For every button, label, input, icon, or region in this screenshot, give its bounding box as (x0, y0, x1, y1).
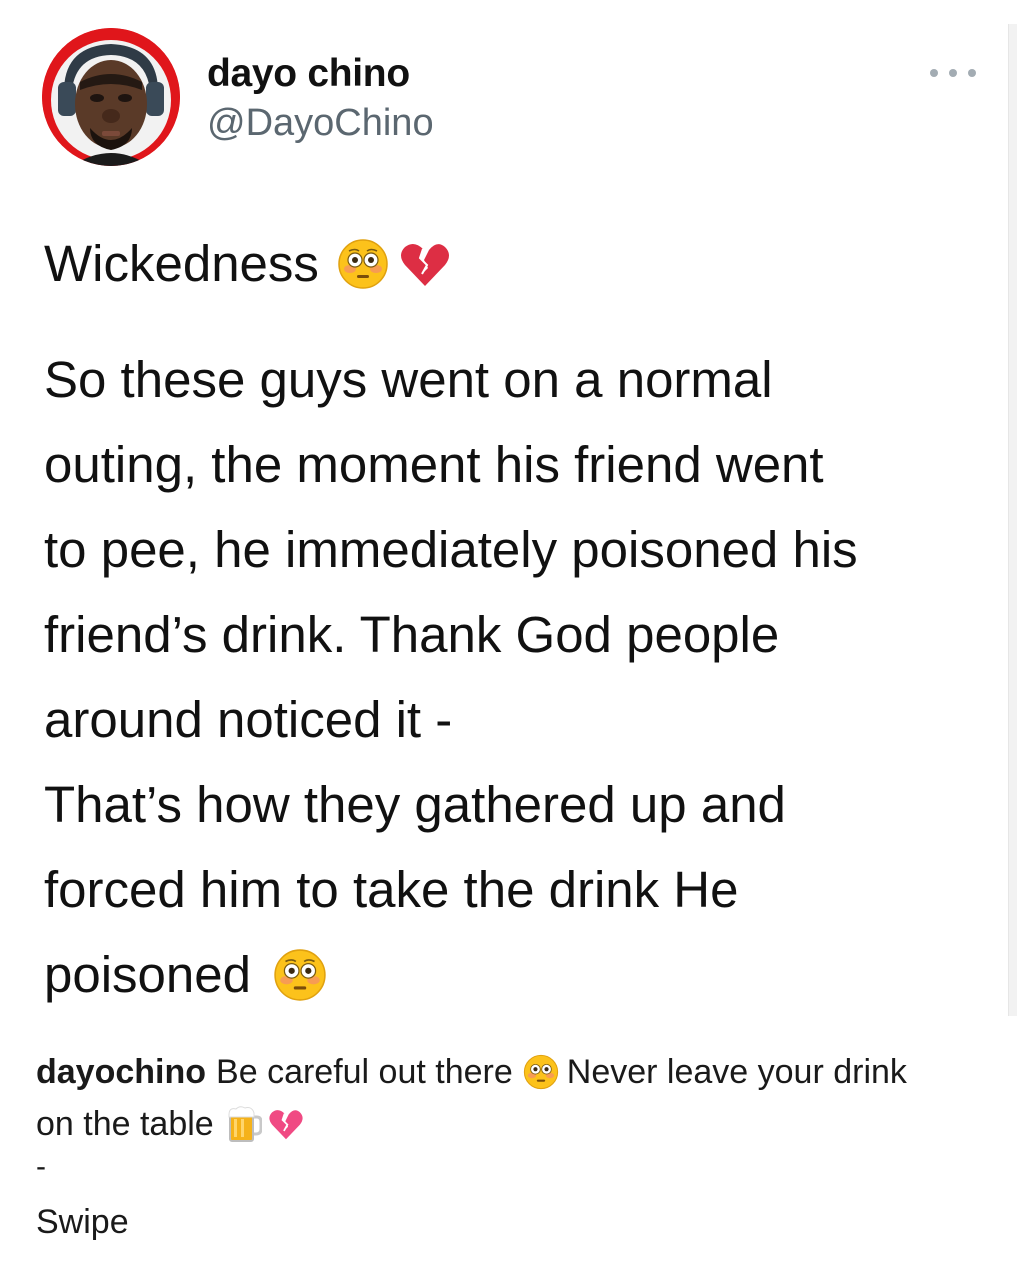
tweet-body-last-line: poisoned (44, 932, 984, 1017)
tweet-body-line-text: poisoned (44, 946, 252, 1003)
more-dot-icon (949, 69, 957, 77)
tweet-body: So these guys went on a normal outing, t… (44, 337, 984, 1017)
author-name[interactable]: dayo chino (207, 52, 410, 96)
scrollbar[interactable] (1008, 24, 1017, 1016)
tweet-body-line: So these guys went on a normal (44, 351, 773, 408)
flushed-face-icon (523, 1054, 559, 1090)
post-caption: dayochino Be careful out there Never lea… (36, 1046, 1006, 1150)
caption-text: Be careful out there (216, 1053, 513, 1091)
tweet-body-line: around noticed it - (44, 691, 453, 748)
caption-username[interactable]: dayochino (36, 1046, 206, 1098)
caption-line: on the table (36, 1098, 1006, 1150)
beer-mug-icon (226, 1105, 262, 1143)
avatar[interactable] (42, 28, 180, 166)
tweet-body-line: outing, the moment his friend went (44, 436, 824, 493)
caption-separator: - (36, 1150, 46, 1183)
tweet-body-line: friend’s drink. Thank God people (44, 606, 780, 663)
tweet-body-line: That’s how they gathered up and (44, 776, 786, 833)
more-dot-icon (968, 69, 976, 77)
headline-text: Wickedness (44, 235, 319, 292)
tweet-headline: Wickedness (44, 234, 451, 293)
tweet-body-line: forced him to take the drink He (44, 861, 739, 918)
tweet-card: dayo chino @DayoChino Wickedness So thes… (0, 0, 1017, 1020)
broken-heart-icon (399, 238, 451, 290)
more-options-button[interactable] (930, 60, 976, 86)
flushed-face-icon (273, 948, 327, 1002)
flushed-face-icon (337, 238, 389, 290)
tweet-body-line: to pee, he immediately poisoned his (44, 521, 858, 578)
caption-line: dayochino Be careful out there Never lea… (36, 1046, 1006, 1098)
author-handle[interactable]: @DayoChino (207, 102, 434, 145)
more-dot-icon (930, 69, 938, 77)
swipe-hint: Swipe (36, 1203, 129, 1241)
caption-text: on the table (36, 1105, 214, 1143)
caption-text: Never leave your drink (566, 1053, 907, 1091)
broken-heart-icon (268, 1106, 304, 1142)
